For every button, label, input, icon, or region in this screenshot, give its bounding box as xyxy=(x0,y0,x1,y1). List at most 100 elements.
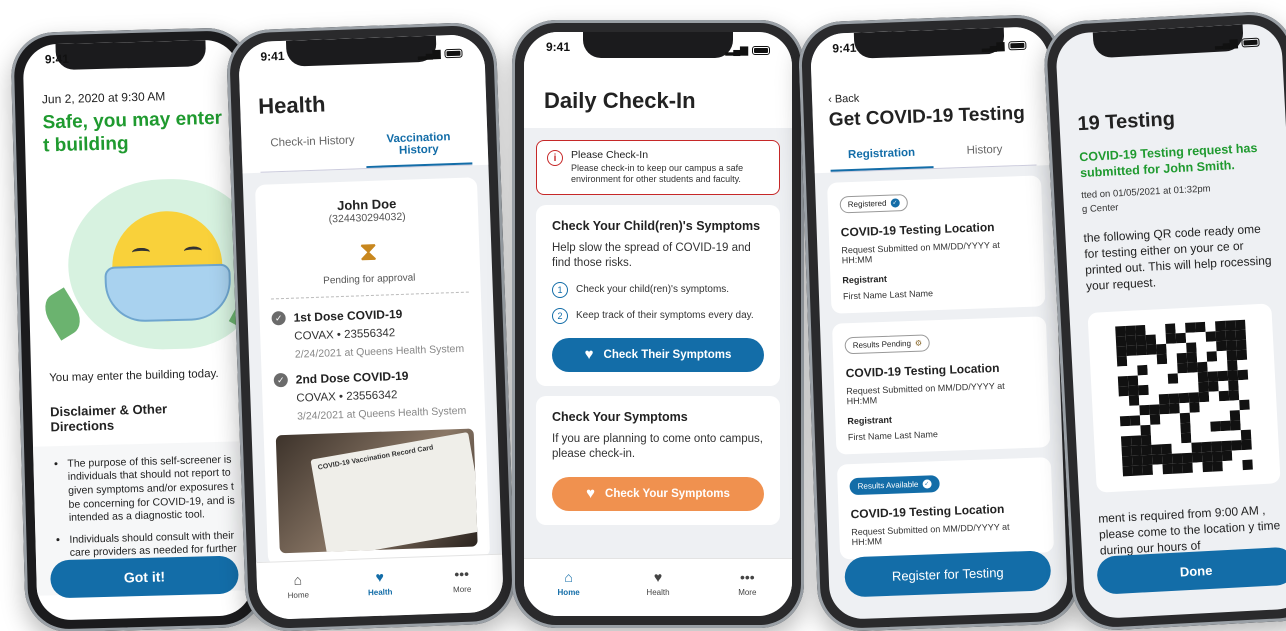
info-icon: i xyxy=(547,150,563,166)
registration-card[interactable]: Results Pending ⚙ COVID-19 Testing Locati… xyxy=(831,316,1051,455)
testing-location: COVID-19 Testing Location xyxy=(845,360,1000,381)
nav-home[interactable]: ⌂ Home xyxy=(539,569,599,597)
battery-icon xyxy=(752,45,770,55)
status-time: 9:41 xyxy=(546,40,571,54)
button-label: Check Your Symptoms xyxy=(605,487,730,500)
heart-icon: ♥ xyxy=(584,346,594,364)
card-body: If you are planning to come onto campus,… xyxy=(552,432,763,461)
status-time: 9:41 xyxy=(44,51,70,67)
disclaimer-item: The purpose of this self-screener is ind… xyxy=(67,453,237,526)
phone-health: 9:41 ▂▄▆ Health Check-in History Vaccina… xyxy=(225,21,517,631)
dose-vaccine: COVAX • 23556342 xyxy=(296,389,398,405)
entry-message: You may enter the building today. xyxy=(49,367,219,384)
signal-icon: ▂▄▆ xyxy=(981,40,1005,52)
heart-icon: ♥ xyxy=(653,569,663,585)
bottom-nav: ⌂ Home ♥ Health ••• More xyxy=(256,553,505,621)
heart-icon: ♥ xyxy=(375,568,385,585)
vaccination-card: John Doe (324430294032) ⧗ Pending for ap… xyxy=(254,177,491,566)
tab-vaccination-history[interactable]: Vaccination History xyxy=(364,122,473,169)
alert-body: Please check-in to keep our campus a saf… xyxy=(571,163,744,185)
nav-label: Home xyxy=(557,588,580,597)
tab-history[interactable]: History xyxy=(933,135,1037,169)
tab-registration[interactable]: Registration xyxy=(829,138,934,172)
status-time: 9:41 xyxy=(260,48,285,64)
health-tabs: Check-in History Vaccination History xyxy=(259,122,473,173)
card-photo-caption: COVID-19 Vaccination Record Card xyxy=(317,444,434,472)
your-symptoms-card: Check Your Symptoms If you are planning … xyxy=(536,395,780,525)
home-icon: ⌂ xyxy=(293,571,303,588)
step-item: 2 Keep track of their symptoms every day. xyxy=(552,307,764,324)
nav-label: More xyxy=(738,588,757,597)
page-title: Health xyxy=(257,91,326,119)
nav-more[interactable]: ••• More xyxy=(717,569,777,597)
qr-code xyxy=(1115,319,1253,476)
check-icon: ✓ xyxy=(922,479,932,489)
screen-health: 9:41 ▂▄▆ Health Check-in History Vaccina… xyxy=(237,33,505,621)
bottom-nav: ⌂ Home ♥ Health ••• More xyxy=(524,558,792,616)
heart-icon: ♥ xyxy=(586,485,596,503)
nav-health[interactable]: ♥ Health xyxy=(628,569,688,597)
status-icons: ▂▄▆ xyxy=(982,35,1027,57)
testing-tabs: Registration History xyxy=(829,134,1037,173)
screen-safe-entry: 9:41 Jun 2, 2020 at 9:30 AM Safe, you ma… xyxy=(22,39,254,621)
testing-location: COVID-19 Testing Location xyxy=(850,501,1005,522)
badge-label: Results Available xyxy=(857,479,919,491)
back-label: Back xyxy=(834,92,860,106)
registration-card[interactable]: Registered ✓ COVID-19 Testing Location Re… xyxy=(827,175,1046,314)
status-time: 9:41 xyxy=(832,40,857,56)
dose-title: 2nd Dose COVID-19 xyxy=(295,368,409,387)
nav-more[interactable]: ••• More xyxy=(431,565,492,595)
more-icon: ••• xyxy=(739,569,755,585)
status-icons: ▂▄▆ xyxy=(1215,32,1260,54)
step-text: Keep track of their symptoms every day. xyxy=(576,310,754,322)
signal-icon: ▂▄▆ xyxy=(417,47,441,60)
nav-label: More xyxy=(452,584,472,595)
dose-item: ✓ 1st Dose COVID-19 COVAX • 23556342 2/2… xyxy=(271,305,471,362)
testing-location: COVID-19 Testing Location xyxy=(840,220,995,240)
submitted-date: Request Submitted on MM/DD/YYYY at HH:MM xyxy=(846,380,1005,407)
status-bar: 9:41 ▂▄▆ xyxy=(524,40,792,60)
screen-testing-confirmation: ▂▄▆ 19 Testing COVID-19 Testing request … xyxy=(1054,22,1286,620)
battery-icon xyxy=(444,48,463,58)
nav-health[interactable]: ♥ Health xyxy=(349,568,410,598)
registration-card[interactable]: Results Available ✓ COVID-19 Testing Loca… xyxy=(836,457,1055,560)
status-icons: ▂▄▆ xyxy=(418,43,463,65)
card-title: Check Your Child(ren)'s Symptoms xyxy=(552,218,761,233)
disclaimer-heading: Disclaimer & Other Directions xyxy=(49,400,168,434)
step-number: 1 xyxy=(552,281,568,298)
alert-title: Please Check-In xyxy=(571,149,649,161)
step-item: 1 Check your child(ren)'s symptoms. xyxy=(552,281,764,298)
badge-label: Results Pending xyxy=(852,338,912,351)
screen-daily-checkin: 9:41 ▂▄▆ Daily Check-In i Please Check-I… xyxy=(524,32,792,616)
page-title: Daily Check-In xyxy=(544,88,696,113)
check-their-symptoms-button[interactable]: ♥ Check Their Symptoms xyxy=(552,337,764,372)
step-number: 2 xyxy=(552,307,568,324)
masked-emoji-illustration xyxy=(38,167,254,362)
phone-daily-checkin: 9:41 ▂▄▆ Daily Check-In i Please Check-I… xyxy=(512,20,804,628)
check-icon: ✓ xyxy=(890,198,900,208)
dose-vaccine: COVAX • 23556342 xyxy=(294,327,396,343)
dose-date: 3/24/2021 at Queens Health System xyxy=(296,404,467,423)
registrant-name: First Name Last Name xyxy=(842,288,934,302)
nav-home[interactable]: ⌂ Home xyxy=(268,571,329,601)
entry-title: Safe, you may enter t building xyxy=(42,107,223,157)
battery-icon xyxy=(1008,40,1027,50)
nav-label: Health xyxy=(646,588,670,597)
child-symptoms-card: Check Your Child(ren)'s Symptoms Help sl… xyxy=(536,204,780,386)
vaccination-card-photo: COVID-19 Vaccination Record Card xyxy=(275,428,478,554)
phone-get-testing: 9:41 ▂▄▆ ‹ Back Get COVID-19 Testing Reg… xyxy=(797,13,1081,631)
dose-title: 1st Dose COVID-19 xyxy=(293,306,403,325)
nav-label: Health xyxy=(367,587,393,598)
tab-checkin-history[interactable]: Check-in History xyxy=(259,126,366,172)
confirmation-message: COVID-19 Testing request has submitted f… xyxy=(1078,140,1258,180)
check-your-symptoms-button[interactable]: ♥ Check Your Symptoms xyxy=(552,476,764,511)
register-for-testing-button[interactable]: Register for Testing xyxy=(844,550,1052,598)
entry-date: Jun 2, 2020 at 9:30 AM xyxy=(41,89,166,107)
checkin-alert: i Please Check-In Please check-in to kee… xyxy=(536,140,780,195)
gear-icon: ⚙ xyxy=(914,338,923,348)
got-it-button[interactable]: Got it! xyxy=(50,555,239,599)
home-icon: ⌂ xyxy=(564,569,573,585)
battery-icon xyxy=(1241,37,1260,48)
app-showcase: 9:41 Jun 2, 2020 at 9:30 AM Safe, you ma… xyxy=(0,0,1286,631)
step-text: Check your child(ren)'s symptoms. xyxy=(576,284,730,296)
